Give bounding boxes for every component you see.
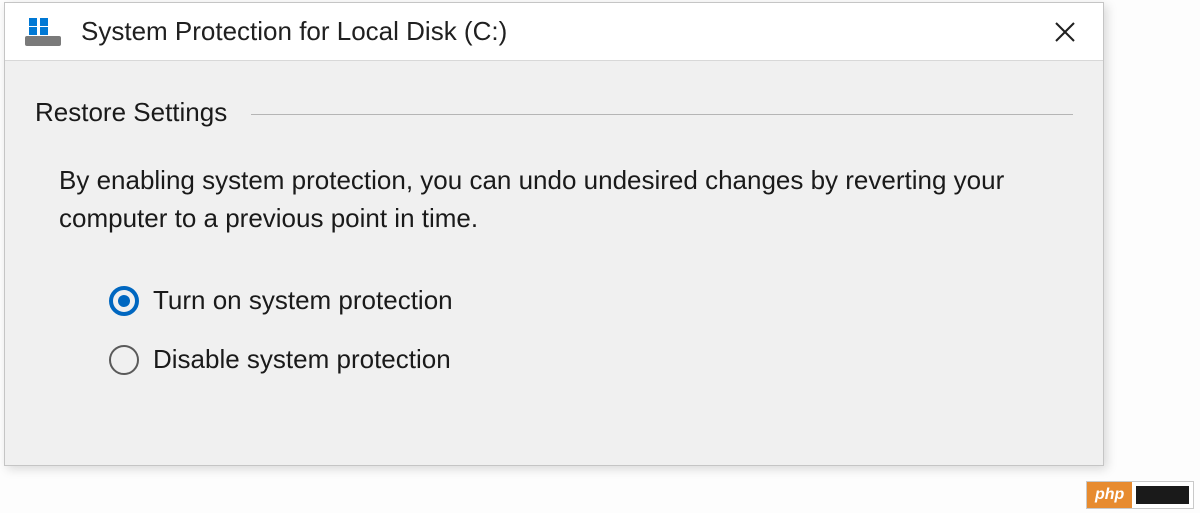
section-header: Restore Settings xyxy=(35,97,1073,128)
section-heading: Restore Settings xyxy=(35,97,227,128)
radio-label: Disable system protection xyxy=(153,344,451,375)
system-protection-dialog: System Protection for Local Disk (C:) Re… xyxy=(4,2,1104,466)
title-bar: System Protection for Local Disk (C:) xyxy=(5,3,1103,61)
protection-radio-group: Turn on system protection Disable system… xyxy=(109,285,1073,375)
system-restore-icon xyxy=(25,18,61,46)
radio-disable-protection[interactable]: Disable system protection xyxy=(109,344,1073,375)
section-description: By enabling system protection, you can u… xyxy=(59,162,1019,237)
section-divider xyxy=(251,114,1073,115)
watermark-bar xyxy=(1136,486,1189,504)
radio-button-icon xyxy=(109,345,139,375)
watermark-badge: php xyxy=(1086,481,1194,509)
dialog-content: Restore Settings By enabling system prot… xyxy=(5,61,1103,375)
radio-button-icon xyxy=(109,286,139,316)
radio-turn-on-protection[interactable]: Turn on system protection xyxy=(109,285,1073,316)
close-button[interactable] xyxy=(1037,4,1093,60)
close-icon xyxy=(1054,21,1076,43)
window-title: System Protection for Local Disk (C:) xyxy=(81,16,1037,47)
radio-label: Turn on system protection xyxy=(153,285,453,316)
watermark-text: php xyxy=(1087,482,1132,508)
